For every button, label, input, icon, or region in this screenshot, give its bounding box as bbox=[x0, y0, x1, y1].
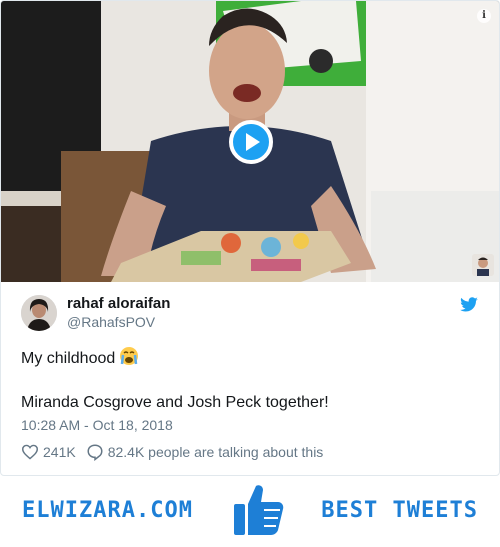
tweet-actions: 241K 82.4K people are talking about this bbox=[21, 443, 323, 461]
play-icon[interactable] bbox=[229, 120, 273, 164]
talking-count[interactable]: 82.4K people are talking about this bbox=[108, 444, 324, 460]
tweet-text: My childhood Miranda Cosgrove and Josh P… bbox=[21, 346, 329, 414]
likes-count: 241K bbox=[43, 444, 76, 460]
thumbs-up-icon bbox=[234, 485, 284, 535]
tweet-text-line2: Miranda Cosgrove and Josh Peck together! bbox=[21, 394, 329, 411]
tweet-text-line1: My childhood bbox=[21, 350, 116, 367]
brand-name: ELWIZARA.COM bbox=[22, 498, 193, 523]
like-action[interactable]: 241K bbox=[21, 444, 76, 460]
reply-action[interactable]: 82.4K people are talking about this bbox=[86, 443, 324, 461]
author-avatar[interactable] bbox=[21, 295, 57, 331]
crying-face-icon bbox=[120, 347, 139, 365]
author-display-name[interactable]: rahaf aloraifan bbox=[67, 295, 170, 313]
video-author-avatar bbox=[472, 254, 494, 276]
tweet-timestamp[interactable]: 10:28 AM - Oct 18, 2018 bbox=[21, 417, 173, 433]
tweet-author[interactable]: rahaf aloraifan @RahafsPOV bbox=[21, 295, 170, 331]
tagline: BEST TWEETS bbox=[321, 498, 478, 523]
info-icon[interactable]: i bbox=[477, 9, 491, 23]
speech-bubble-icon[interactable] bbox=[86, 443, 104, 461]
twitter-bird-icon[interactable] bbox=[459, 297, 479, 313]
embedded-tweet-card: i rahaf aloraifan @RahafsPOV My childhoo… bbox=[0, 0, 500, 476]
heart-icon[interactable] bbox=[21, 444, 39, 460]
author-handle[interactable]: @RahafsPOV bbox=[67, 313, 170, 331]
tweet-video-thumbnail[interactable]: i bbox=[1, 1, 499, 282]
